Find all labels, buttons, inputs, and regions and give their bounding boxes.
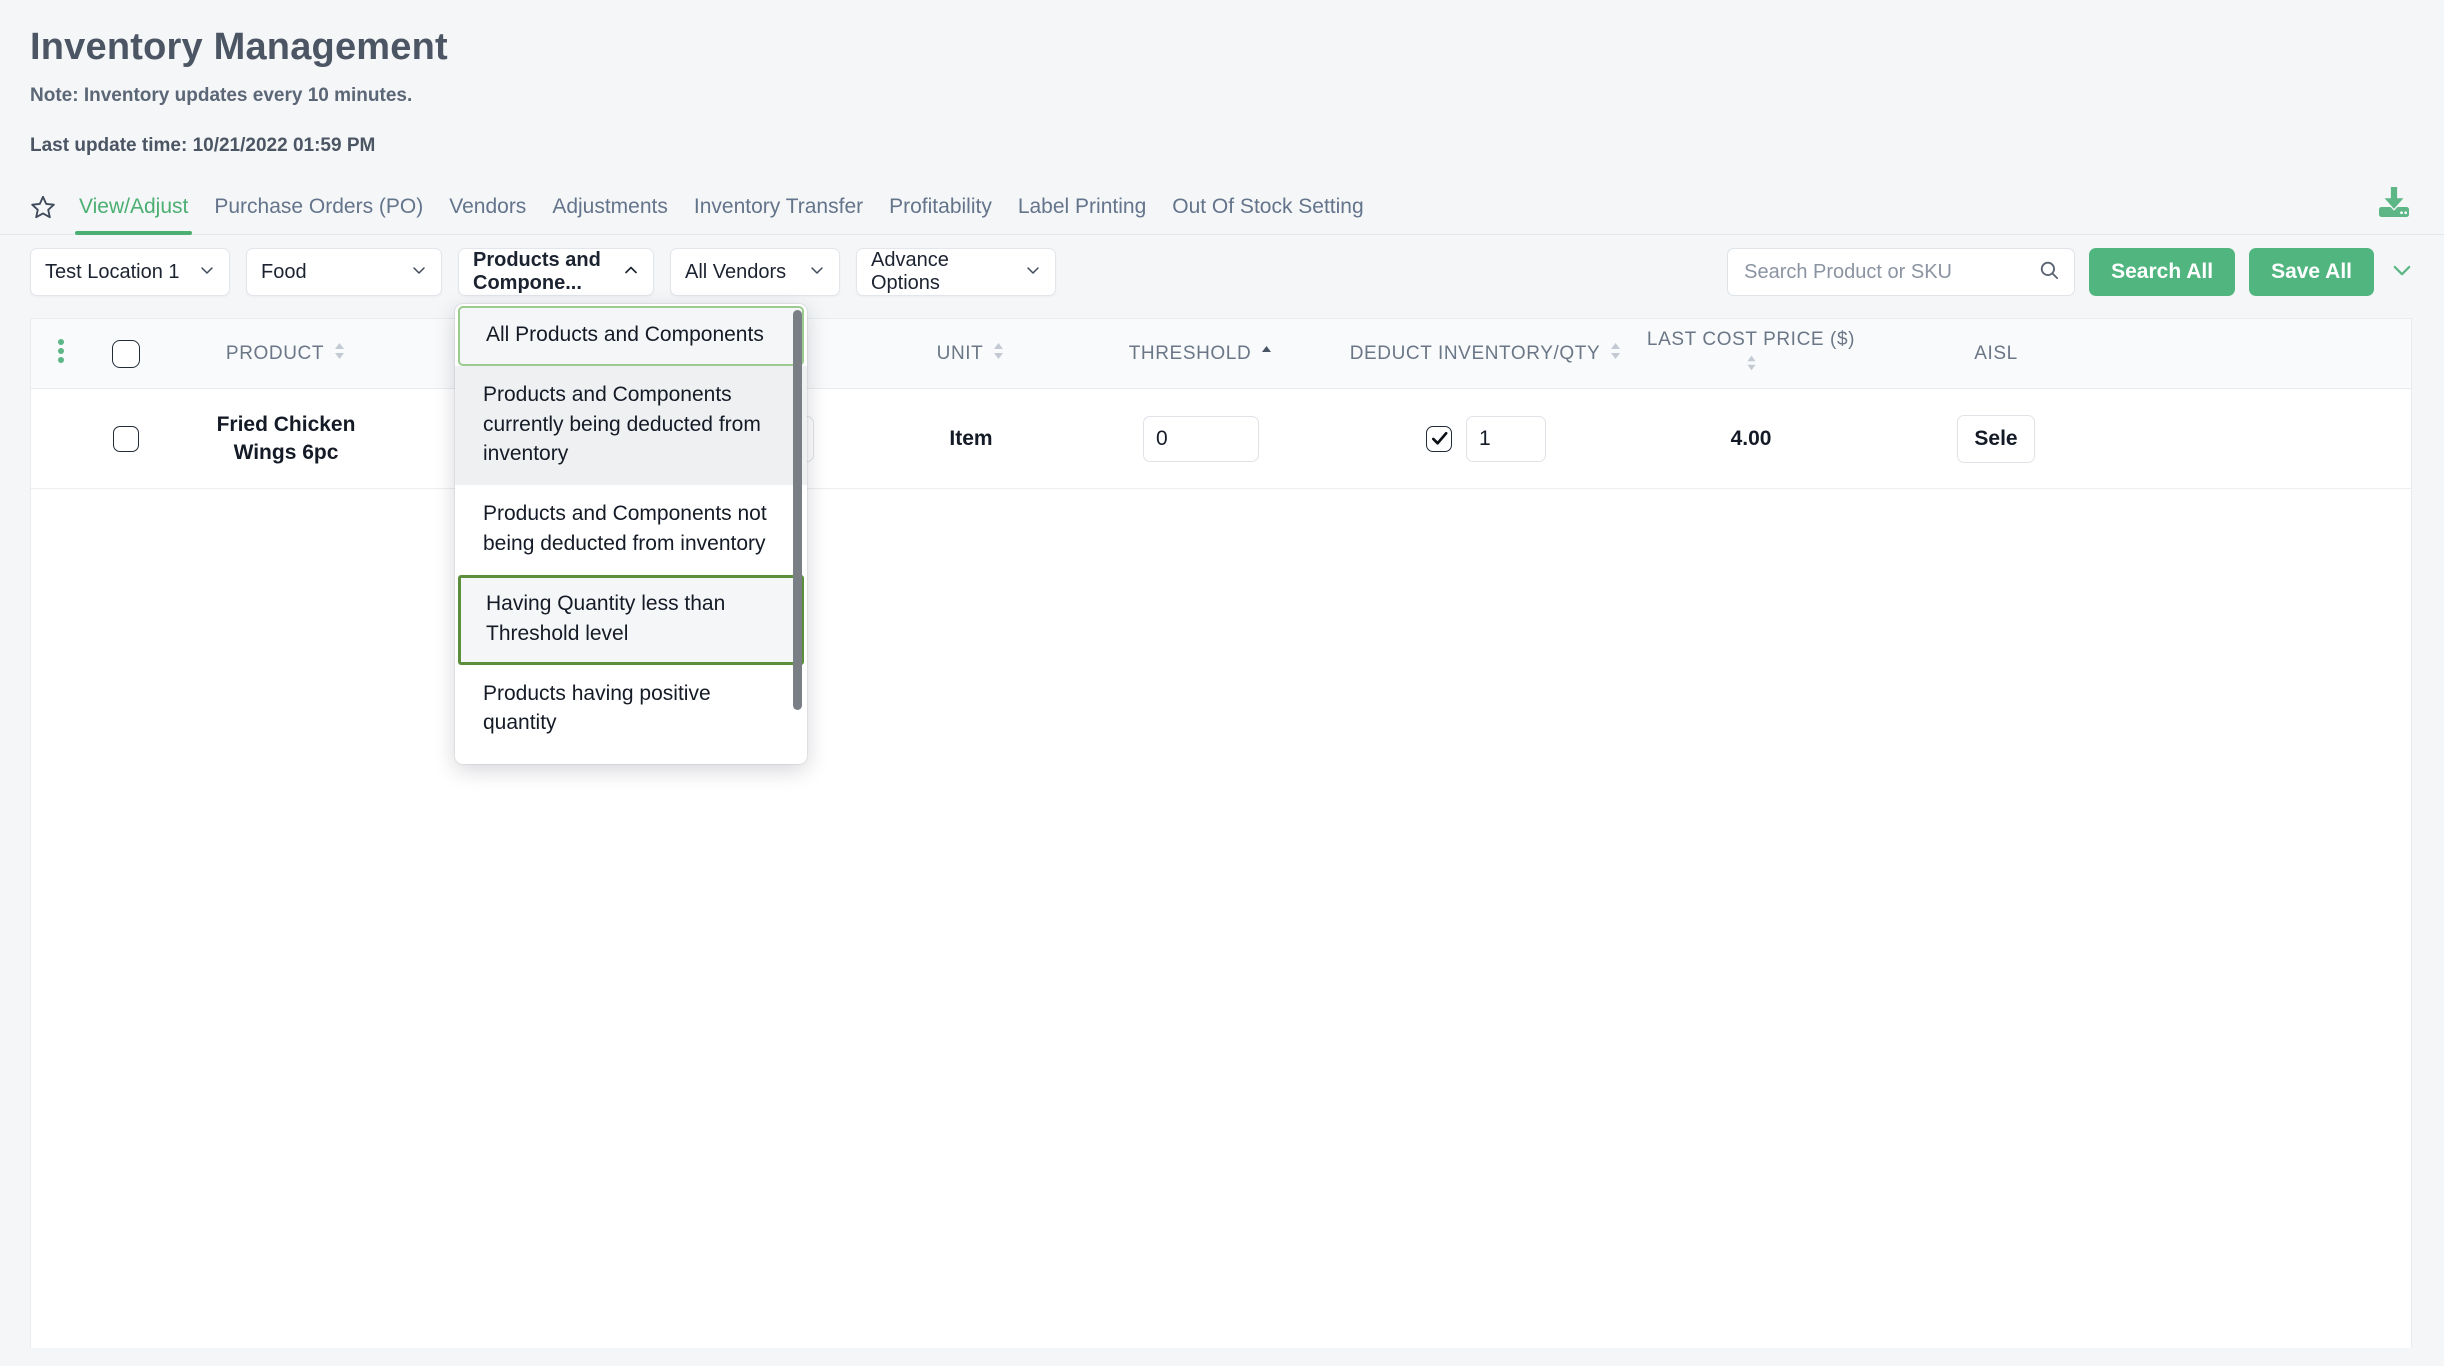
column-label: THRESHOLD — [1129, 343, 1252, 365]
last-cost-price-value: 4.00 — [1731, 427, 1772, 451]
sort-icon[interactable] — [1745, 354, 1758, 378]
chevron-down-icon — [809, 261, 825, 284]
deduct-qty-input[interactable] — [1466, 416, 1546, 462]
tab-label: Inventory Transfer — [694, 195, 863, 218]
search-field-wrapper[interactable] — [1727, 248, 2075, 296]
sort-icon[interactable] — [333, 341, 346, 367]
kebab-menu-icon[interactable] — [57, 338, 65, 370]
chevron-down-icon — [411, 261, 427, 284]
table-row: Fried Chicken Wings 6pc Item 4.00 — [31, 389, 2411, 489]
page-title: Inventory Management — [30, 26, 2444, 69]
tab-label: Purchase Orders (PO) — [214, 195, 423, 218]
advance-options-select[interactable]: Advance Options — [856, 248, 1056, 296]
product-type-dropdown-menu: All Products and Components Products and… — [455, 304, 807, 764]
select-all-checkbox[interactable] — [112, 340, 140, 368]
star-icon[interactable] — [30, 194, 56, 220]
tab-adjustments[interactable]: Adjustments — [539, 195, 681, 234]
dropdown-options-list: All Products and Components Products and… — [455, 306, 807, 754]
download-icon[interactable] — [2374, 182, 2414, 222]
tab-vendors[interactable]: Vendors — [436, 195, 539, 234]
dropdown-scrollbar[interactable] — [793, 310, 802, 710]
product-name: Fried Chicken Wings 6pc — [206, 411, 366, 466]
tab-bar: View/Adjust Purchase Orders (PO) Vendors… — [0, 177, 2444, 235]
dropdown-option-qty-less-than-threshold[interactable]: Having Quantity less than Threshold leve… — [458, 575, 804, 665]
column-header-product[interactable]: PRODUCT — [161, 341, 411, 367]
page-header: Inventory Management Note: Inventory upd… — [0, 0, 2444, 157]
category-select-value: Food — [261, 261, 307, 284]
tab-out-of-stock-setting[interactable]: Out Of Stock Setting — [1159, 195, 1376, 234]
chevron-down-icon — [199, 261, 215, 284]
aisle-select[interactable]: Sele — [1957, 415, 2034, 463]
search-and-actions: Search All Save All — [1727, 248, 2414, 296]
tab-label: View/Adjust — [79, 195, 188, 218]
chevron-down-icon — [1025, 261, 1041, 284]
location-select-value: Test Location 1 — [45, 261, 180, 284]
column-label: UNIT — [937, 343, 984, 365]
table-header-row: PRODUCT QTY UNIT — [31, 319, 2411, 389]
more-actions-chevron-down-icon[interactable] — [2390, 258, 2414, 287]
save-all-button[interactable]: Save All — [2249, 248, 2374, 296]
dropdown-option-not-deducted[interactable]: Products and Components not being deduct… — [455, 485, 807, 575]
deduct-inventory-group — [1426, 416, 1546, 462]
row-select-checkbox[interactable] — [113, 426, 139, 452]
search-icon[interactable] — [2038, 259, 2060, 286]
tab-view-adjust[interactable]: View/Adjust — [66, 195, 201, 234]
tab-label: Out Of Stock Setting — [1172, 195, 1363, 218]
tab-profitability[interactable]: Profitability — [876, 195, 1005, 234]
column-label: LAST COST PRICE ($) — [1647, 329, 1855, 351]
category-select[interactable]: Food — [246, 248, 442, 296]
vendor-select[interactable]: All Vendors — [670, 248, 840, 296]
search-input[interactable] — [1742, 260, 2032, 285]
column-header-last-cost-price[interactable]: LAST COST PRICE ($) — [1636, 329, 1866, 378]
select-all-column — [91, 340, 161, 368]
search-all-button[interactable]: Search All — [2089, 248, 2235, 296]
filter-bar: Test Location 1 Food Products and Compon… — [0, 235, 2444, 309]
inventory-table: PRODUCT QTY UNIT — [30, 318, 2412, 1348]
last-update-time: Last update time: 10/21/2022 01:59 PM — [30, 135, 2444, 157]
tab-purchase-orders[interactable]: Purchase Orders (PO) — [201, 195, 436, 234]
unit-value: Item — [949, 427, 992, 451]
aisle-cell: Sele — [1866, 415, 2126, 463]
deduct-inventory-cell — [1336, 416, 1636, 462]
dropdown-option-positive-quantity[interactable]: Products having positive quantity — [455, 665, 807, 755]
inventory-note: Note: Inventory updates every 10 minutes… — [30, 85, 2444, 107]
tab-inventory-transfer[interactable]: Inventory Transfer — [681, 195, 876, 234]
threshold-cell — [1066, 416, 1336, 462]
column-header-deduct-inventory[interactable]: DEDUCT INVENTORY/QTY — [1336, 341, 1636, 367]
column-label: DEDUCT INVENTORY/QTY — [1350, 343, 1601, 365]
unit-cell: Item — [876, 427, 1066, 451]
advance-options-value: Advance Options — [871, 249, 1009, 295]
sort-icon[interactable] — [1609, 341, 1622, 367]
chevron-up-icon — [623, 261, 639, 284]
tab-label: Profitability — [889, 195, 992, 218]
tab-label-printing[interactable]: Label Printing — [1005, 195, 1159, 234]
column-header-unit[interactable]: UNIT — [876, 341, 1066, 367]
column-label: PRODUCT — [226, 343, 324, 365]
column-label: AISL — [1974, 343, 2018, 365]
column-header-aisle[interactable]: AISL — [1866, 343, 2126, 365]
dropdown-option-currently-deducted[interactable]: Products and Components currently being … — [455, 366, 807, 485]
tab-label: Label Printing — [1018, 195, 1146, 218]
product-type-select[interactable]: Products and Compone... — [458, 248, 654, 296]
vendor-select-value: All Vendors — [685, 261, 786, 284]
location-select[interactable]: Test Location 1 — [30, 248, 230, 296]
sort-ascending-icon[interactable] — [1260, 341, 1273, 367]
threshold-input[interactable] — [1143, 416, 1259, 462]
tab-label: Adjustments — [552, 195, 668, 218]
product-name-cell: Fried Chicken Wings 6pc — [161, 411, 411, 466]
column-header-threshold[interactable]: THRESHOLD — [1066, 341, 1336, 367]
sort-icon[interactable] — [992, 341, 1005, 367]
dropdown-option-all-products[interactable]: All Products and Components — [458, 306, 804, 366]
tab-label: Vendors — [449, 195, 526, 218]
row-actions-column — [31, 338, 91, 370]
row-select-cell — [91, 426, 161, 452]
deduct-inventory-checkbox[interactable] — [1426, 426, 1452, 452]
product-type-select-value: Products and Compone... — [473, 249, 607, 295]
last-cost-price-cell: 4.00 — [1636, 427, 1866, 451]
